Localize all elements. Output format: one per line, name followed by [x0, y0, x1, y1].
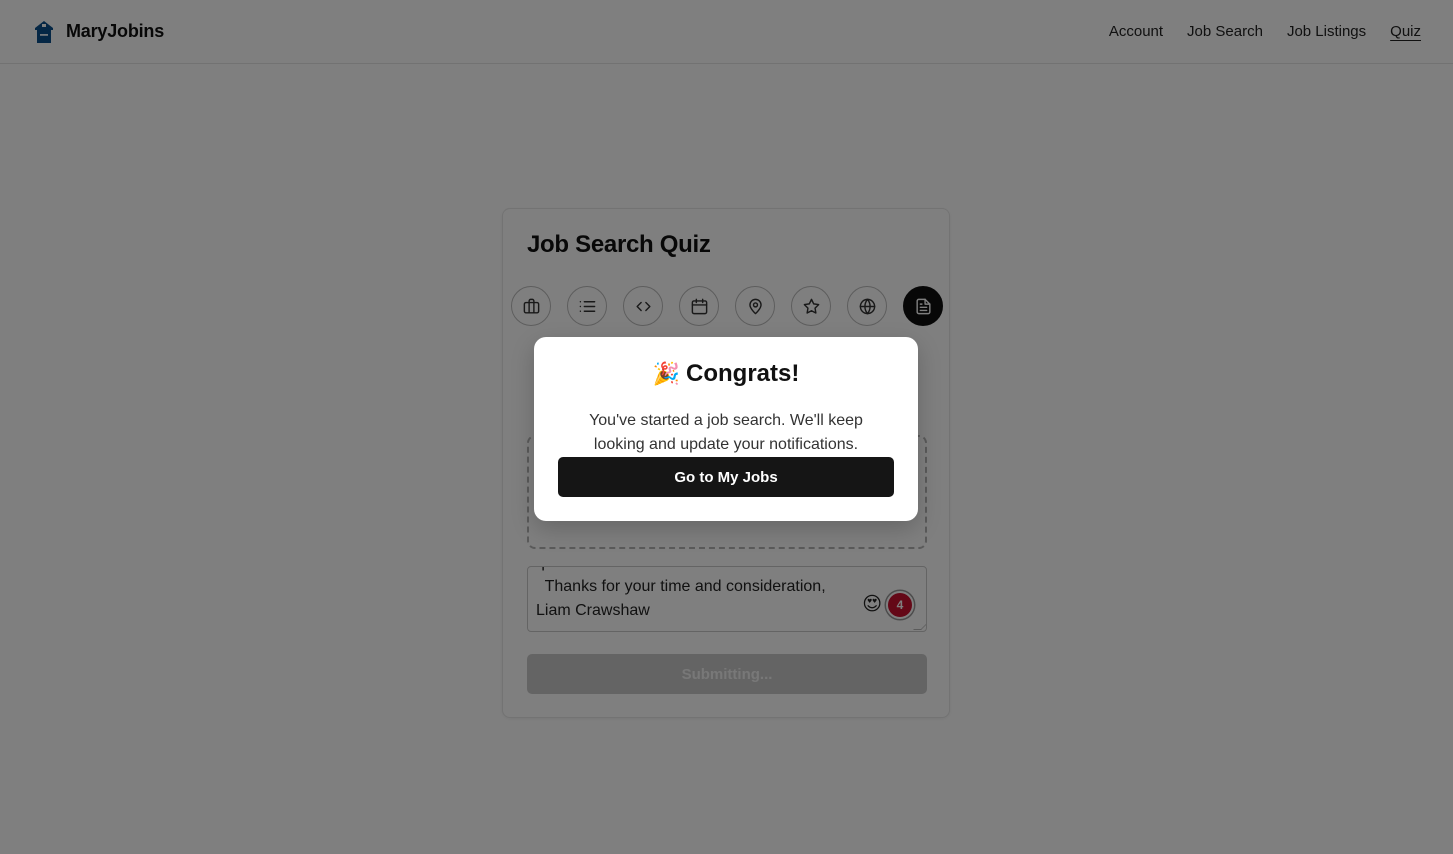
modal-message: You've started a job search. We'll keep …: [589, 412, 863, 453]
go-to-my-jobs-button[interactable]: Go to My Jobs: [558, 457, 894, 497]
party-popper-icon: 🎉: [652, 361, 681, 386]
congrats-modal: 🎉 Congrats! You've started a job search.…: [534, 337, 918, 521]
modal-title: Congrats!: [686, 360, 800, 387]
modal-title-row: 🎉 Congrats!: [534, 360, 918, 388]
